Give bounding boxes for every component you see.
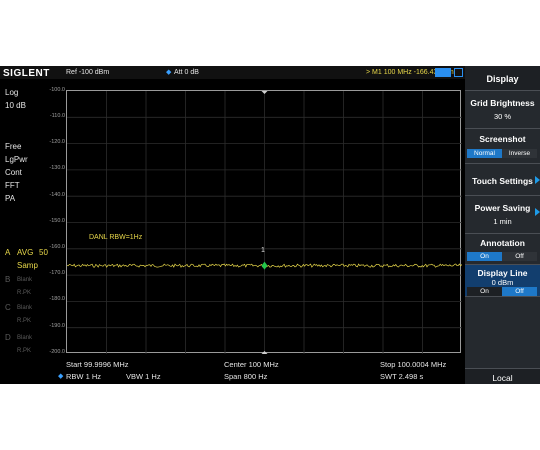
display-line-label: Display Line <box>477 268 528 278</box>
scale-type: Log <box>5 88 19 97</box>
bottom-info-bar: Start 99.9996 MHz Center 100 MHz Stop 10… <box>0 358 465 384</box>
trace-a-mode: AVG <box>17 248 34 257</box>
analyzer-screen: SIGLENT Ref -100 dBm ◆ Att 0 dB > M1 100… <box>0 66 540 384</box>
grid-brightness-key[interactable]: Grid Brightness 30 % <box>465 91 540 129</box>
softkey-menu: Display Grid Brightness 30 % Screenshot … <box>465 66 540 384</box>
battery-icon <box>435 68 451 77</box>
avg-type: LgPwr <box>5 155 28 164</box>
danl-annotation: DANL RBW=1Hz <box>89 234 143 241</box>
display-line-key[interactable]: Display Line 0 dBm On Off <box>465 265 540 297</box>
touch-settings-key[interactable]: Touch Settings <box>465 164 540 196</box>
y-tick: -100.0 <box>49 87 65 93</box>
grid-brightness-value: 30 % <box>493 112 512 121</box>
annotation-label: Annotation <box>480 238 525 248</box>
screenshot-label: Screenshot <box>479 134 526 144</box>
menu-title: Display <box>465 66 540 91</box>
power-saving-label: Power Saving <box>474 203 531 213</box>
spectrum-plot[interactable]: DANL RBW=1Hz 1 <box>66 90 462 354</box>
trace-d-label[interactable]: D <box>5 334 11 342</box>
rbw[interactable]: RBW 1 Hz <box>66 373 101 381</box>
trace-a-label[interactable]: A <box>5 249 10 257</box>
center-tick-icon <box>261 91 268 94</box>
trace-b-label[interactable]: B <box>5 276 10 284</box>
power-saving-value: 1 min <box>493 217 512 226</box>
trace-d-type: R.PK <box>17 348 32 354</box>
marker-1-icon[interactable] <box>261 261 268 270</box>
trace-a-count: 50 <box>39 248 48 257</box>
annotation-on[interactable]: On <box>467 252 502 261</box>
stop-frequency[interactable]: Stop 100.0004 MHz <box>380 361 446 369</box>
span[interactable]: Span 800 Hz <box>224 373 267 381</box>
grid-brightness-label: Grid Brightness <box>470 98 535 108</box>
annotation-toggle[interactable]: On Off <box>467 252 537 261</box>
detector-free: Free <box>5 142 22 151</box>
local-key[interactable]: Local <box>465 368 540 384</box>
y-tick: -160.0 <box>49 244 65 250</box>
y-tick: -190.0 <box>49 323 65 329</box>
spectrum-svg <box>67 91 462 354</box>
empty-key <box>465 297 540 367</box>
sweep-time[interactable]: SWT 2.498 s <box>380 373 423 381</box>
scale-div: 10 dB <box>5 101 26 110</box>
center-tick-icon <box>261 351 268 354</box>
trace-b-type: R.PK <box>17 290 32 296</box>
trace-c-label[interactable]: C <box>5 304 11 312</box>
top-status-bar: SIGLENT Ref -100 dBm ◆ Att 0 dB > M1 100… <box>0 66 465 79</box>
sweep-type: FFT <box>5 181 20 190</box>
y-tick: -170.0 <box>49 270 65 276</box>
sweep-mode: Cont <box>5 168 22 177</box>
brand-logo: SIGLENT <box>3 68 50 79</box>
start-frequency[interactable]: Start 99.9996 MHz <box>66 361 129 369</box>
y-tick: -110.0 <box>49 113 65 119</box>
screenshot-normal[interactable]: Normal <box>467 149 502 158</box>
y-tick: -130.0 <box>49 165 65 171</box>
y-tick: -200.0 <box>49 349 65 355</box>
trace-c-type: R.PK <box>17 318 32 324</box>
trace-d-mode: Blank <box>17 335 33 341</box>
annotation-off[interactable]: Off <box>502 252 537 261</box>
network-icon <box>454 68 463 77</box>
y-tick: -150.0 <box>49 218 65 224</box>
display-line-off[interactable]: Off <box>502 287 537 296</box>
display-line-toggle[interactable]: On Off <box>467 287 537 296</box>
menu-title-label: Display <box>486 74 519 84</box>
ref-level[interactable]: Ref -100 dBm <box>66 69 109 76</box>
center-frequency[interactable]: Center 100 MHz <box>224 361 279 369</box>
attenuation[interactable]: Att 0 dB <box>174 69 199 76</box>
att-icon: ◆ <box>166 69 172 76</box>
local-label: Local <box>492 373 513 383</box>
trace-c-mode: Blank <box>17 305 33 311</box>
y-tick: -180.0 <box>49 296 65 302</box>
display-line-on[interactable]: On <box>467 287 502 296</box>
vbw[interactable]: VBW 1 Hz <box>126 373 161 381</box>
trace-b-mode: Blank <box>17 277 33 283</box>
trace-a-type: Samp <box>17 261 38 270</box>
touch-settings-label: Touch Settings <box>472 176 533 186</box>
submenu-arrow-icon <box>535 208 540 216</box>
screenshot-toggle[interactable]: Normal Inverse <box>467 149 537 158</box>
screenshot-key[interactable]: Screenshot Normal Inverse <box>465 129 540 164</box>
y-tick: -140.0 <box>49 192 65 198</box>
marker-1-label: 1 <box>261 247 265 254</box>
display-line-value: 0 dBm <box>491 278 514 287</box>
y-tick: -120.0 <box>49 139 65 145</box>
screenshot-inverse[interactable]: Inverse <box>502 149 537 158</box>
power-saving-key[interactable]: Power Saving 1 min <box>465 196 540 234</box>
annotation-key[interactable]: Annotation On Off <box>465 234 540 265</box>
preamp: PA <box>5 194 16 203</box>
rbw-icon: ◆ <box>58 373 64 380</box>
submenu-arrow-icon <box>535 176 540 184</box>
